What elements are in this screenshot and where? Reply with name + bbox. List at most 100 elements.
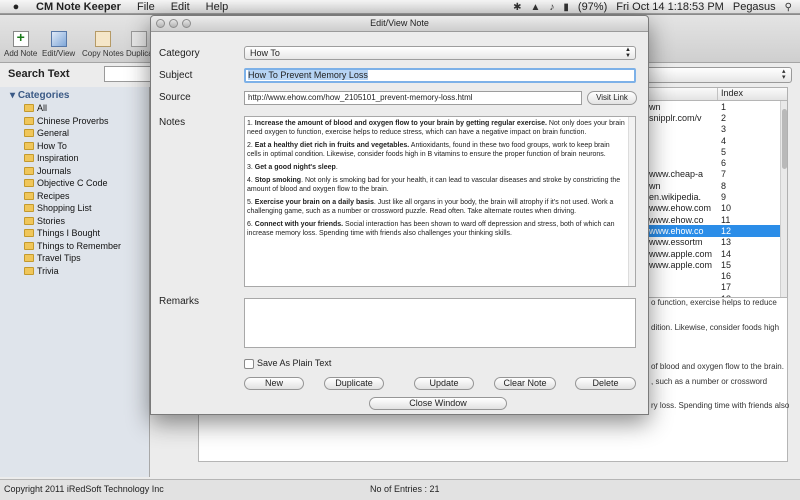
note-number: 2.: [247, 142, 255, 149]
menu-edit[interactable]: Edit: [171, 1, 190, 13]
sidebar-item-label: Things to Remember: [37, 240, 122, 251]
table-row[interactable]: wn 1: [641, 101, 787, 112]
row-index-cell: 5: [721, 146, 727, 157]
apple-menu-icon[interactable]: ●: [8, 1, 24, 13]
search-input[interactable]: [104, 66, 152, 82]
sidebar-item-all[interactable]: All: [24, 102, 121, 115]
table-row[interactable]: www.apple.com 14: [641, 248, 787, 259]
table-row[interactable]: www.essortm 13: [641, 237, 787, 248]
bluetooth-icon[interactable]: ✱: [513, 2, 521, 13]
menubar-user[interactable]: Pegasus: [733, 1, 776, 13]
close-window-icon[interactable]: [156, 19, 165, 28]
sidebar-item-chinese-proverbs[interactable]: Chinese Proverbs: [24, 115, 121, 128]
table-row[interactable]: www.ehow.co 11: [641, 214, 787, 225]
column-header-index[interactable]: Index: [718, 88, 743, 100]
source-field[interactable]: http://www.ehow.com/how_2105101_prevent-…: [244, 91, 582, 105]
sidebar-item-inspiration[interactable]: Inspiration: [24, 152, 121, 165]
note-number: 6.: [247, 221, 255, 228]
table-row[interactable]: wn 8: [641, 180, 787, 191]
sidebar-item-things-to-remember[interactable]: Things to Remember: [24, 240, 121, 253]
row-source-cell: wn: [649, 101, 661, 112]
table-row[interactable]: 16: [641, 270, 787, 281]
table-row[interactable]: www.cheap-a 7: [641, 169, 787, 180]
menubar-clock[interactable]: Fri Oct 14 1:18:53 PM: [616, 1, 724, 13]
window-controls: [156, 19, 191, 28]
note-heading: Exercise your brain on a daily basis: [254, 199, 374, 206]
table-row[interactable]: www.apple.com 15: [641, 259, 787, 270]
duplicate-note-button[interactable]: Duplicate: [324, 377, 384, 390]
battery-percent: (97%): [577, 1, 608, 13]
note-paragraph: 5. Exercise your brain on a daily basis.…: [247, 198, 625, 216]
sidebar-item-how-to[interactable]: How To: [24, 140, 121, 153]
table-row[interactable]: www.ehow.com 10: [641, 203, 787, 214]
table-row[interactable]: 4: [641, 135, 787, 146]
add-note-button[interactable]: Add Note: [4, 29, 37, 58]
note-body: .: [335, 164, 338, 171]
menu-help[interactable]: Help: [206, 1, 229, 13]
preview-line: , such as a number or crossword: [651, 377, 768, 386]
clear-note-button[interactable]: Clear Note: [494, 377, 556, 390]
zoom-window-icon[interactable]: [182, 19, 191, 28]
category-select[interactable]: How To ▲▼: [244, 46, 636, 60]
sidebar-item-label: Things I Bought: [37, 228, 101, 239]
sidebar-item-trivia[interactable]: Trivia: [24, 265, 121, 278]
sidebar-item-travel-tips[interactable]: Travel Tips: [24, 252, 121, 265]
table-row[interactable]: www.ehow.co 12: [641, 225, 787, 237]
preview-line: o function, exercise helps to reduce: [651, 298, 777, 307]
copy-notes-label: Copy Notes: [82, 49, 124, 58]
volume-icon[interactable]: ♪: [549, 2, 554, 13]
edit-view-button[interactable]: Edit/View: [42, 31, 75, 58]
close-window-button[interactable]: Close Window: [369, 397, 507, 410]
plain-text-label[interactable]: Save As Plain Text: [257, 358, 331, 368]
sidebar-item-stories[interactable]: Stories: [24, 215, 121, 228]
note-paragraph: 4. Stop smoking. Not only is smoking bad…: [247, 176, 625, 194]
filter-select[interactable]: [640, 67, 792, 83]
sidebar-item-general[interactable]: General: [24, 127, 121, 140]
notes-textarea[interactable]: 1. Increase the amount of blood and oxyg…: [244, 116, 636, 287]
sidebar-item-shopping-list[interactable]: Shopping List: [24, 202, 121, 215]
spotlight-icon[interactable]: ⚲: [785, 2, 792, 13]
table-row[interactable]: 6: [641, 157, 787, 168]
minimize-window-icon[interactable]: [169, 19, 178, 28]
sidebar-item-things-i-bought[interactable]: Things I Bought: [24, 227, 121, 240]
chevron-updown-icon: ▲▼: [625, 47, 631, 59]
table-body: wn 1 snipplr.com/v 2 3 4 5 6 www.cheap-a 7 wn 8 en.w…: [641, 101, 787, 327]
table-row[interactable]: 5: [641, 146, 787, 157]
sidebar-item-journals[interactable]: Journals: [24, 165, 121, 178]
app-name-menu[interactable]: CM Note Keeper: [36, 1, 121, 13]
row-index-cell: 2: [721, 112, 727, 123]
scrollbar-thumb[interactable]: [782, 109, 787, 169]
row-source-cell: www.apple.com: [649, 248, 713, 259]
table-row[interactable]: snipplr.com/v 2: [641, 112, 787, 123]
notes-scrollbar[interactable]: [628, 117, 635, 286]
menu-file[interactable]: File: [137, 1, 155, 13]
column-header-source[interactable]: [641, 88, 718, 100]
dialog-title: Edit/View Note: [370, 18, 429, 28]
note-number: 3.: [247, 164, 255, 171]
note-number: 1.: [247, 120, 255, 127]
battery-icon[interactable]: ▮: [563, 2, 569, 13]
row-index-cell: 16: [721, 271, 732, 282]
dialog-titlebar[interactable]: Edit/View Note: [151, 16, 648, 32]
sidebar-item-recipes[interactable]: Recipes: [24, 190, 121, 203]
subject-field[interactable]: How To Prevent Memory Loss: [244, 68, 636, 83]
visit-link-button[interactable]: Visit Link: [587, 91, 637, 105]
folder-icon: [24, 141, 34, 150]
duplicate-button[interactable]: Duplica: [126, 31, 153, 58]
table-row[interactable]: 17: [641, 282, 787, 293]
row-index-cell: 17: [721, 282, 732, 293]
plain-text-checkbox[interactable]: [244, 359, 254, 369]
update-button[interactable]: Update: [414, 377, 474, 390]
new-button[interactable]: New: [244, 377, 304, 390]
note-heading: Stop smoking: [254, 177, 302, 184]
table-row[interactable]: en.wikipedia. 9: [641, 191, 787, 202]
remarks-textarea[interactable]: [244, 298, 636, 348]
copy-notes-button[interactable]: Copy Notes: [82, 31, 124, 58]
sidebar-item-objective-c-code[interactable]: Objective C Code: [24, 177, 121, 190]
delete-button[interactable]: Delete: [575, 377, 636, 390]
table-row[interactable]: 3: [641, 124, 787, 135]
categories-header[interactable]: ▾ Categories: [10, 90, 70, 101]
row-index-cell: 14: [721, 248, 732, 259]
sidebar-item-label: How To: [37, 140, 67, 151]
wifi-icon[interactable]: ▲: [530, 2, 540, 13]
